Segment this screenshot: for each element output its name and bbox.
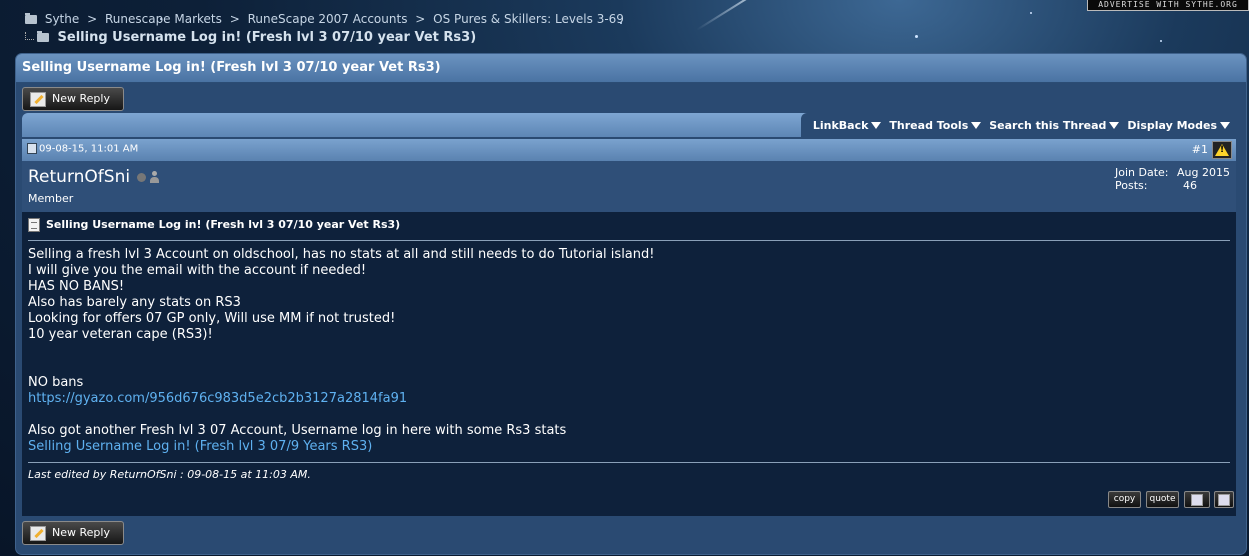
new-reply-label: New Reply — [52, 92, 110, 105]
post-number-link[interactable]: #1 — [1192, 143, 1208, 156]
post-line: Selling a fresh lvl 3 Account on oldscho… — [28, 247, 655, 262]
breadcrumb-separator: > — [229, 12, 240, 26]
shooting-star — [696, 0, 774, 31]
divider — [28, 240, 1230, 241]
post-body: Selling Username Log in! (Fresh lvl 3 07… — [22, 212, 1236, 500]
thread-tools: LinkBack Thread Tools Search this Thread… — [800, 113, 1236, 137]
star — [915, 35, 918, 38]
last-edited-note: Last edited by ReturnOfSni : 09-08-15 at… — [28, 468, 311, 481]
new-reply-button-top[interactable]: New Reply — [22, 87, 124, 111]
report-post-icon[interactable] — [1212, 141, 1232, 159]
posts-label: Posts: — [1115, 179, 1148, 192]
edit-post-button[interactable] — [1214, 491, 1234, 508]
breadcrumb-runescape-markets[interactable]: Runescape Markets — [105, 12, 222, 26]
thread-panel: Selling Username Log in! (Fresh lvl 3 07… — [15, 53, 1247, 555]
post-line: Also has barely any stats on RS3 — [28, 295, 241, 310]
breadcrumb-separator: > — [87, 12, 98, 26]
join-date-value: Aug 2015 — [1177, 166, 1230, 179]
caret-down-icon — [971, 122, 982, 129]
thread-tools-menu[interactable]: Thread Tools — [889, 119, 982, 132]
star — [1030, 12, 1032, 14]
related-thread-link[interactable]: Selling Username Log in! (Fresh lvl 3 07… — [28, 439, 372, 454]
title-bar: Selling Username Log in! (Fresh lvl 3 07… — [16, 54, 1246, 83]
user-stats: Join Date: Aug 2015 Posts: 46 — [1115, 166, 1230, 192]
display-modes-menu[interactable]: Display Modes — [1127, 119, 1230, 132]
advertise-link[interactable]: ADVERTISE WITH SYTHE.ORG — [1087, 0, 1249, 11]
user-profile-icon[interactable] — [149, 171, 160, 183]
current-thread-title: Selling Username Log in! (Fresh lvl 3 07… — [57, 30, 477, 45]
multiquote-button[interactable] — [1184, 491, 1210, 508]
post-line: I will give you the email with the accou… — [28, 263, 367, 278]
username-link[interactable]: ReturnOfSni — [28, 167, 130, 187]
page-title: Selling Username Log in! (Fresh lvl 3 07… — [22, 60, 441, 75]
new-reply-icon — [30, 92, 46, 107]
post-line: 10 year veteran cape (RS3)! — [28, 327, 213, 342]
edit-icon — [1218, 494, 1230, 506]
caret-down-icon — [1220, 122, 1230, 129]
folder-icon — [37, 31, 49, 42]
post-date: 09-08-15, 11:01 AM — [27, 143, 138, 155]
new-reply-button-bottom[interactable]: New Reply — [22, 521, 124, 545]
caret-down-icon — [1109, 122, 1120, 129]
post-line: Also got another Fresh lvl 3 07 Account,… — [28, 423, 567, 438]
home-icon[interactable] — [25, 13, 37, 24]
current-thread-line: Selling Username Log in! (Fresh lvl 3 07… — [25, 30, 476, 45]
user-info: ReturnOfSni Member Join Date: Aug 2015 Po… — [22, 161, 1236, 212]
post-actions: copy quote — [22, 491, 1236, 516]
caret-down-icon — [871, 122, 882, 129]
post-line: Looking for offers 07 GP only, Will use … — [28, 311, 396, 326]
star — [1160, 40, 1162, 42]
old-post-icon — [27, 143, 37, 154]
post-text: Selling a fresh lvl 3 Account on oldscho… — [28, 247, 654, 455]
post-line: NO bans — [28, 375, 84, 390]
copy-button[interactable]: copy — [1108, 491, 1141, 508]
posts-value: 46 — [1183, 179, 1198, 192]
multiquote-icon — [1191, 494, 1203, 506]
breadcrumb-rs2007-accounts[interactable]: RuneScape 2007 Accounts — [248, 12, 408, 26]
new-reply-label: New Reply — [52, 526, 110, 539]
user-title: Member — [28, 192, 74, 205]
join-date-label: Join Date: — [1115, 166, 1169, 179]
document-icon — [28, 218, 40, 232]
search-thread-menu[interactable]: Search this Thread — [989, 119, 1120, 132]
thread-toolbar: LinkBack Thread Tools Search this Thread… — [22, 113, 1236, 137]
breadcrumb-separator: > — [415, 12, 426, 26]
breadcrumb-os-pures[interactable]: OS Pures & Skillers: Levels 3-69 — [433, 12, 624, 26]
post-header: 09-08-15, 11:01 AM #1 — [22, 139, 1236, 161]
breadcrumb-sythe[interactable]: Sythe — [45, 12, 79, 26]
breadcrumb: Sythe > Runescape Markets > RuneScape 20… — [25, 12, 624, 26]
tree-line-icon — [25, 32, 34, 40]
post-title: Selling Username Log in! (Fresh lvl 3 07… — [28, 218, 400, 232]
offline-status-icon — [137, 172, 147, 182]
divider — [28, 462, 1230, 463]
username-line: ReturnOfSni — [28, 167, 160, 187]
linkback-menu[interactable]: LinkBack — [813, 119, 882, 132]
quote-button[interactable]: quote — [1146, 491, 1179, 508]
gyazo-link[interactable]: https://gyazo.com/956d676c983d5e2cb2b312… — [28, 391, 407, 406]
new-reply-icon — [30, 526, 46, 541]
post-line: HAS NO BANS! — [28, 279, 125, 294]
